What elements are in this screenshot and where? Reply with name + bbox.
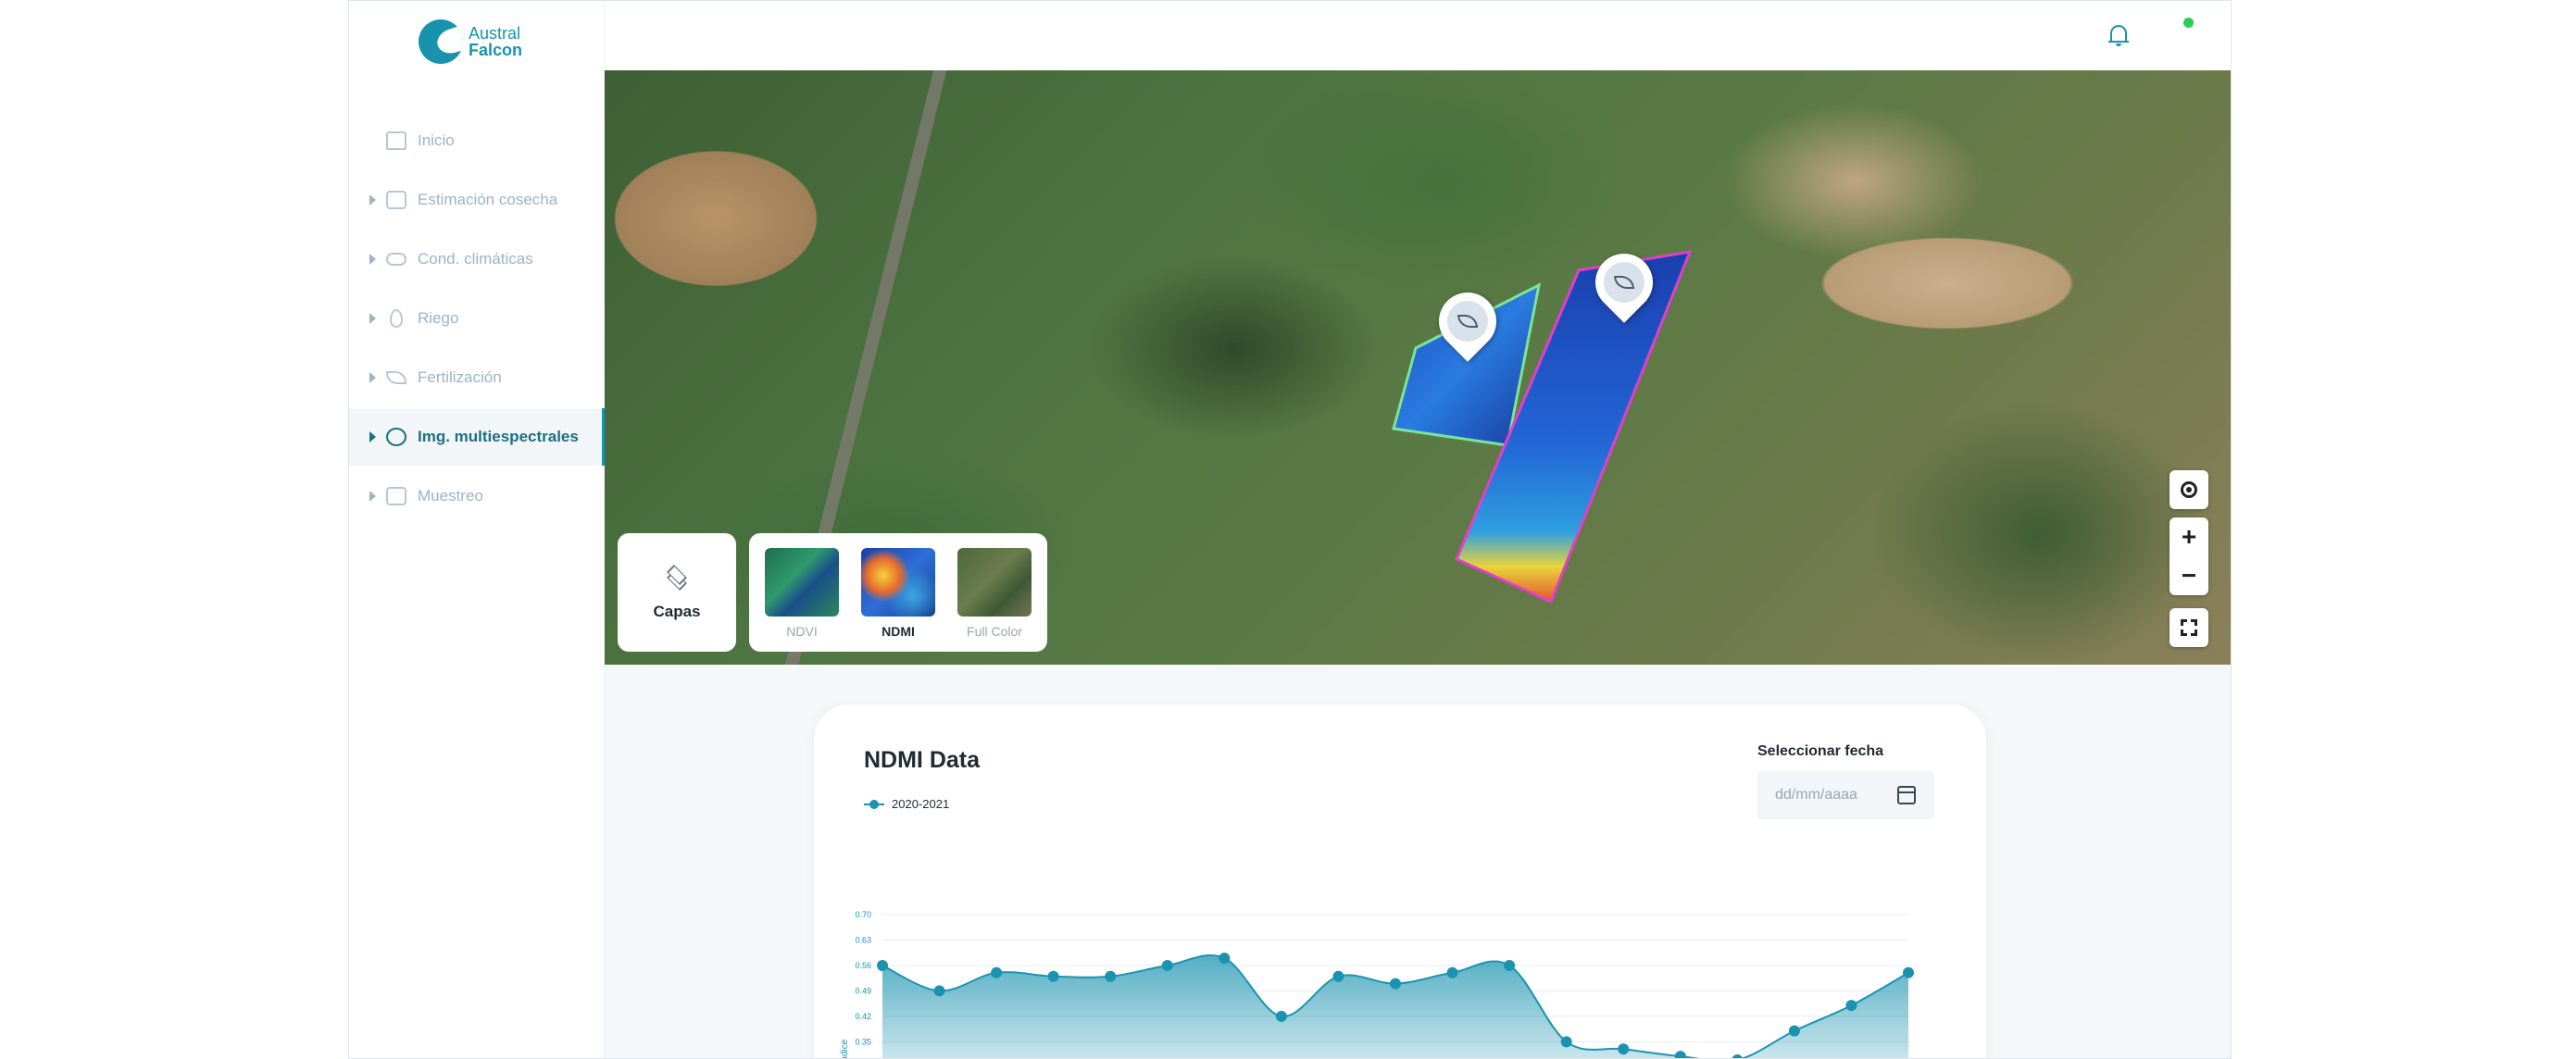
data-point[interactable] <box>991 966 1003 978</box>
logo-text: Austral Falcon <box>469 25 522 58</box>
data-point[interactable] <box>1732 1054 1743 1059</box>
caret-right-icon <box>369 431 376 442</box>
caret-right-icon <box>369 372 376 383</box>
data-point[interactable] <box>1618 1043 1630 1055</box>
zoom-in-button[interactable]: + <box>2170 517 2208 556</box>
sidebar-item-fertilizacion[interactable]: Fertilización <box>349 349 605 406</box>
legend-label: 2020-2021 <box>892 797 950 811</box>
calendar-icon[interactable] <box>1897 786 1916 804</box>
field-pin-west[interactable] <box>1427 280 1508 367</box>
y-tick-label: 0.63 <box>855 935 871 944</box>
y-tick-label: 0.70 <box>855 910 871 919</box>
field-pin-east[interactable] <box>1583 242 1665 328</box>
legend-swatch <box>864 798 884 811</box>
sidebar-item-estimacion-cosecha[interactable]: Estimación cosecha <box>349 171 605 229</box>
layers-button[interactable]: Capas <box>618 533 736 652</box>
data-point[interactable] <box>1903 966 1914 978</box>
layer-label: Full Color <box>967 624 1022 639</box>
layers-icon <box>664 564 690 591</box>
topbar <box>605 1 2231 70</box>
sample-image-icon <box>386 487 406 505</box>
date-picker-label: Seleccionar fecha <box>1757 743 1884 759</box>
full-color-thumbnail <box>957 548 1032 617</box>
layer-option-ndvi[interactable]: NDVI <box>765 548 839 639</box>
sidebar-item-cond-climaticas[interactable]: Cond. climáticas <box>349 230 605 288</box>
data-point[interactable] <box>1504 959 1516 971</box>
sprout-icon <box>1457 315 1478 328</box>
sidebar-item-inicio[interactable]: Inicio <box>349 112 605 169</box>
zoom-controls: + − <box>2170 517 2208 595</box>
chart-legend[interactable]: 2020-2021 <box>864 797 949 811</box>
ndmi-thumbnail <box>861 548 935 617</box>
data-point[interactable] <box>933 985 945 997</box>
sidebar-item-label: Img. multiespectrales <box>418 428 579 445</box>
data-point[interactable] <box>1332 970 1344 982</box>
layer-label: NDVI <box>786 624 818 639</box>
data-point[interactable] <box>1560 1036 1572 1048</box>
logo-text-line1: Austral <box>469 24 521 43</box>
y-tick-label: 0.42 <box>855 1012 871 1021</box>
data-point[interactable] <box>1788 1025 1800 1037</box>
data-point[interactable] <box>1161 959 1173 971</box>
sidebar-item-label: Muestreo <box>418 487 483 505</box>
logo[interactable]: Austral Falcon <box>419 19 522 64</box>
layer-option-full-color[interactable]: Full Color <box>957 548 1032 639</box>
app-window: Austral Falcon Inicio Estimación cosecha… <box>348 0 2232 1059</box>
chart-title: NDMI Data <box>864 747 981 773</box>
caret-right-icon <box>369 313 376 324</box>
data-point[interactable] <box>1674 1051 1686 1059</box>
ndvi-thumbnail <box>765 548 839 617</box>
data-point[interactable] <box>1275 1010 1287 1022</box>
layer-option-ndmi[interactable]: NDMI <box>861 548 935 639</box>
sidebar-item-riego[interactable]: Riego <box>349 290 605 347</box>
sprout-icon <box>1614 276 1634 289</box>
data-point[interactable] <box>1446 966 1458 978</box>
sidebar-item-label: Cond. climáticas <box>418 250 533 268</box>
layer-selector: NDVI NDMI Full Color <box>749 533 1047 652</box>
sidebar-item-label: Fertilización <box>418 368 502 386</box>
fullscreen-button[interactable] <box>2170 608 2208 647</box>
sidebar-item-label: Inicio <box>418 131 455 149</box>
caret-right-icon <box>369 194 376 206</box>
water-drop-icon <box>390 309 403 328</box>
cloud-icon <box>386 253 406 266</box>
data-point[interactable] <box>1047 970 1059 982</box>
layers-label: Capas <box>653 603 701 620</box>
locate-button[interactable] <box>2170 470 2208 509</box>
data-point[interactable] <box>877 959 888 971</box>
series-area <box>882 955 1908 1058</box>
data-point[interactable] <box>1105 970 1117 982</box>
satellite-icon <box>386 428 406 446</box>
caret-right-icon <box>369 254 376 265</box>
data-point[interactable] <box>1390 978 1401 990</box>
ndmi-chart-card: 0.70 0.63 0.56 0.49 0.42 0.35 Índice NDMI Data… <box>814 704 1986 1059</box>
caret-right-icon <box>369 491 376 502</box>
data-point[interactable] <box>1845 1000 1857 1012</box>
layer-label: NDMI <box>882 624 915 639</box>
sidebar-item-label: Riego <box>418 309 459 327</box>
fullscreen-icon <box>2180 618 2198 637</box>
sidebar: Austral Falcon Inicio Estimación cosecha… <box>349 1 606 1058</box>
leaf-icon <box>386 371 406 384</box>
harvest-chart-icon <box>386 191 406 209</box>
y-tick-label: 0.56 <box>855 961 871 970</box>
home-icon <box>386 131 406 150</box>
y-axis-label: Índice <box>838 1039 850 1059</box>
falcon-logo-icon <box>419 19 463 64</box>
satellite-map[interactable]: + − Capas NDVI NDMI Full Color <box>605 70 2231 665</box>
y-tick-label: 0.35 <box>855 1037 871 1046</box>
sidebar-item-muestreo[interactable]: Muestreo <box>349 467 605 525</box>
logo-text-line2: Falcon <box>469 41 523 59</box>
sidebar-item-img-multiespectrales[interactable]: Img. multiespectrales <box>349 408 606 466</box>
status-indicator <box>2183 18 2194 28</box>
zoom-out-button[interactable]: − <box>2170 556 2208 595</box>
y-tick-label: 0.49 <box>855 986 871 995</box>
data-point[interactable] <box>1219 953 1231 965</box>
bell-icon[interactable] <box>2108 23 2129 46</box>
locate-icon <box>2181 481 2197 498</box>
sidebar-item-label: Estimación cosecha <box>418 191 558 208</box>
